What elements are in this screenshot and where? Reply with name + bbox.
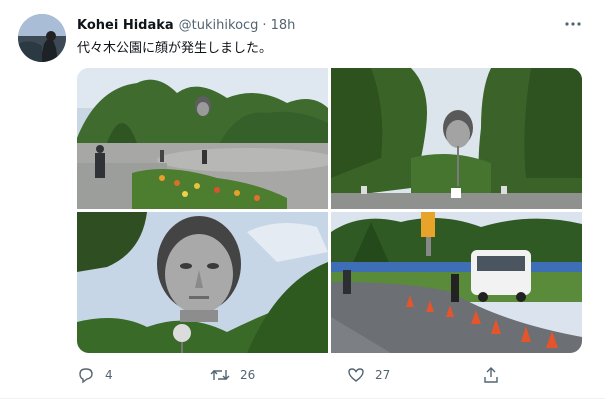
retweet-icon <box>210 370 230 380</box>
action-bar: 4 26 27 <box>77 363 507 387</box>
separator-dot: · <box>262 17 267 33</box>
user-handle[interactable]: @tukihikocg <box>179 18 259 33</box>
like-icon <box>348 368 364 382</box>
tweet-card[interactable]: Kohei Hidaka @tukihikocg · 18h 代々木公園に顔が発… <box>0 0 605 413</box>
reply-icon <box>79 368 93 384</box>
like-count: 27 <box>375 368 391 382</box>
photo-2[interactable] <box>331 68 582 209</box>
photo-3[interactable] <box>77 212 328 353</box>
more-icon <box>565 22 581 26</box>
retweet-count: 26 <box>240 368 256 382</box>
timestamp[interactable]: 18h <box>271 18 296 33</box>
retweet-button[interactable]: 26 <box>210 363 255 387</box>
avatar[interactable] <box>18 14 66 62</box>
display-name[interactable]: Kohei Hidaka <box>77 18 174 33</box>
tweet-header: Kohei Hidaka @tukihikocg · 18h <box>77 16 295 34</box>
like-button[interactable]: 27 <box>347 363 390 387</box>
media-grid <box>77 68 582 353</box>
share-icon <box>484 367 498 383</box>
divider <box>0 398 605 399</box>
tweet-text: 代々木公園に顔が発生しました。 <box>77 41 273 56</box>
reply-button[interactable]: 4 <box>77 363 113 387</box>
reply-count: 4 <box>105 368 113 382</box>
share-button[interactable] <box>482 363 500 387</box>
more-options-button[interactable] <box>562 14 584 34</box>
photo-1[interactable] <box>77 68 328 209</box>
photo-4[interactable] <box>331 212 582 353</box>
